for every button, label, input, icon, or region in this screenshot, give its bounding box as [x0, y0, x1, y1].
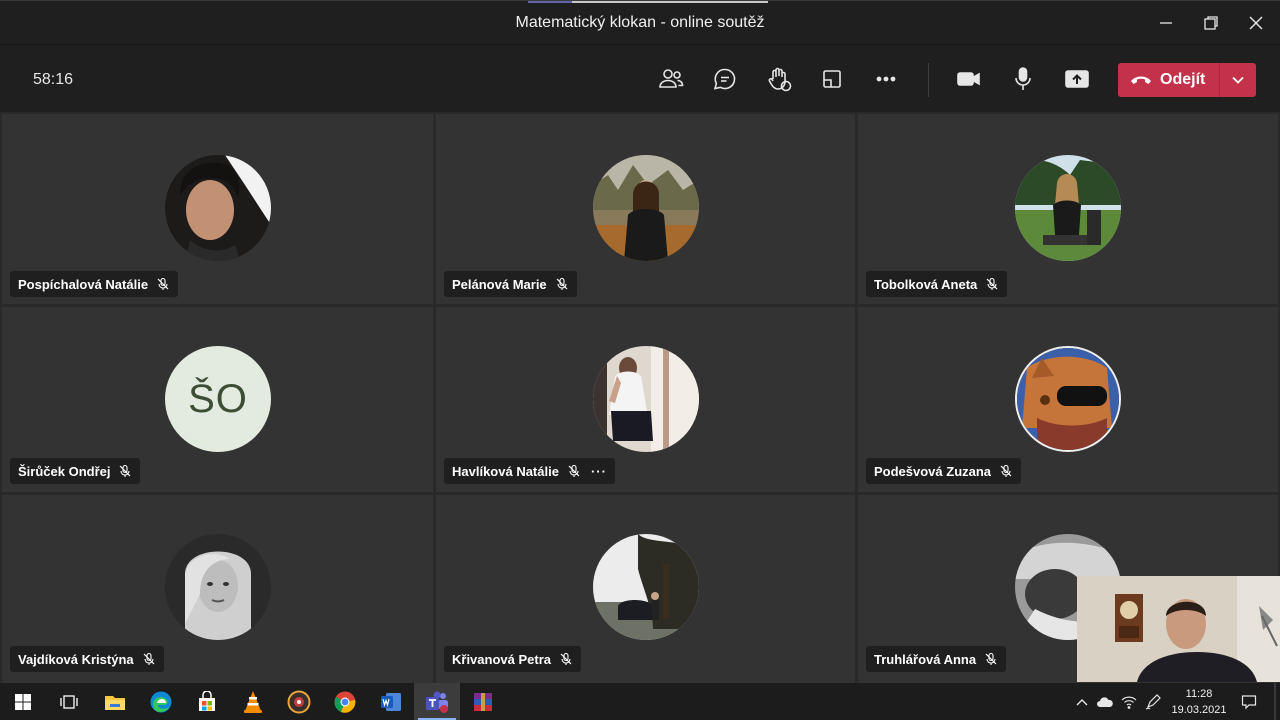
toolbar-separator: [928, 63, 929, 97]
participant-tile[interactable]: Pelánová Marie: [436, 114, 855, 304]
close-icon[interactable]: [1244, 11, 1268, 35]
self-video-preview[interactable]: [1077, 576, 1280, 682]
more-icon[interactable]: [870, 63, 902, 95]
title-accent-light: [572, 1, 768, 3]
participant-name: Širůček Ondřej: [18, 463, 111, 479]
show-desktop[interactable]: [1274, 683, 1276, 720]
pen-icon[interactable]: [1142, 683, 1164, 720]
edge-icon[interactable]: [138, 683, 184, 720]
participant-nametag: Pospíchalová Natálie: [10, 271, 179, 297]
participant-more-icon[interactable]: ···: [591, 464, 607, 479]
mic-off-icon: [143, 652, 155, 665]
mic-off-icon: [556, 277, 568, 290]
mic-off-icon: [120, 464, 131, 477]
avatar: [593, 155, 699, 261]
participant-nametag: Křivanová Petra: [444, 646, 581, 672]
leave-label: Odejít: [1160, 71, 1206, 88]
avatar: [1015, 346, 1121, 452]
mic-off-icon: [985, 652, 997, 665]
chevron-down-icon[interactable]: [1220, 75, 1256, 85]
participant-nametag: Tobolková Aneta: [866, 271, 1008, 297]
wifi-icon[interactable]: [1118, 683, 1140, 720]
meeting-toolbar: 58:16 Odejít: [0, 44, 1280, 112]
mic-off-icon: [986, 277, 998, 290]
tray-chevron-up-icon[interactable]: [1072, 683, 1092, 720]
camera-icon[interactable]: [953, 63, 985, 95]
participant-name: Vajdíková Kristýna: [18, 651, 134, 667]
participant-name: Podešvová Zuzana: [874, 463, 992, 479]
participant-name: Truhlářová Anna: [874, 651, 977, 667]
clock-date: 19.03.2021: [1171, 704, 1227, 716]
participant-tile[interactable]: Tobolková Aneta: [858, 114, 1278, 304]
hang-up-icon: [1131, 76, 1151, 84]
participant-nametag: Vajdíková Kristýna: [10, 646, 164, 672]
teams-icon[interactable]: [414, 683, 460, 720]
self-video-image: [1077, 576, 1280, 682]
chrome-icon[interactable]: [322, 683, 368, 720]
restore-icon[interactable]: [1199, 11, 1223, 35]
window-title: Matematický klokan - online soutěž: [515, 14, 765, 31]
raise-hand-icon[interactable]: [763, 63, 795, 95]
store-icon[interactable]: [184, 683, 230, 720]
participant-nametag: Havlíková Natálie ···: [444, 458, 615, 484]
participant-tile[interactable]: Podešvová Zuzana: [858, 307, 1278, 492]
avatar: [593, 534, 699, 640]
participant-name: Pelánová Marie: [452, 276, 547, 292]
start-icon[interactable]: [0, 683, 46, 720]
participant-name: Havlíková Natálie: [452, 463, 559, 479]
avatar: [165, 155, 271, 261]
participant-name: Pospíchalová Natálie: [18, 276, 149, 292]
avatar: [1015, 155, 1121, 261]
room-icon[interactable]: [816, 63, 848, 95]
title-accent: [528, 1, 572, 3]
participant-tile[interactable]: ŠO Širůček Ondřej: [2, 307, 433, 492]
mic-off-icon: [1000, 464, 1012, 477]
microphone-icon[interactable]: [1007, 63, 1039, 95]
onedrive-icon[interactable]: [1094, 683, 1116, 720]
avatar: [165, 534, 271, 640]
avatar-initials: ŠO: [165, 346, 271, 452]
participant-name: Tobolková Aneta: [874, 276, 978, 292]
winrar-icon[interactable]: [460, 683, 506, 720]
mic-off-icon: [560, 652, 572, 665]
leave-main[interactable]: Odejít: [1118, 63, 1219, 97]
participant-nametag: Širůček Ondřej: [10, 458, 141, 484]
share-icon[interactable]: [1061, 63, 1093, 95]
leave-button[interactable]: Odejít: [1118, 63, 1256, 97]
notifications-icon[interactable]: [1236, 683, 1262, 720]
title-bar: Matematický klokan - online soutěž: [0, 0, 1280, 44]
clock-time: 11:28: [1185, 688, 1213, 700]
participants-icon[interactable]: [655, 63, 687, 95]
file-explorer-icon[interactable]: [92, 683, 138, 720]
meeting-timer: 58:16: [33, 71, 74, 88]
minimize-icon[interactable]: [1154, 11, 1178, 35]
participant-nametag: Podešvová Zuzana: [866, 458, 1022, 484]
system-clock[interactable]: 11:28 19.03.2021: [1166, 686, 1232, 718]
mic-off-icon: [568, 464, 580, 477]
word-icon[interactable]: [368, 683, 414, 720]
participant-nametag: Truhlářová Anna: [866, 646, 1007, 672]
media-player-icon[interactable]: [276, 683, 322, 720]
participant-name: Křivanová Petra: [452, 651, 551, 667]
participant-nametag: Pelánová Marie: [444, 271, 577, 297]
avatar: [593, 346, 699, 452]
chat-icon[interactable]: [709, 63, 741, 95]
task-view-icon[interactable]: [46, 683, 92, 720]
vlc-icon[interactable]: [230, 683, 276, 720]
participant-tile[interactable]: Pospíchalová Natálie: [2, 114, 433, 304]
windows-taskbar: 11:28 19.03.2021: [0, 683, 1280, 720]
participant-tile[interactable]: Vajdíková Kristýna: [2, 495, 433, 683]
participant-tile[interactable]: Křivanová Petra: [436, 495, 855, 683]
mic-off-icon: [157, 277, 169, 290]
participant-tile[interactable]: Havlíková Natálie ···: [436, 307, 855, 492]
